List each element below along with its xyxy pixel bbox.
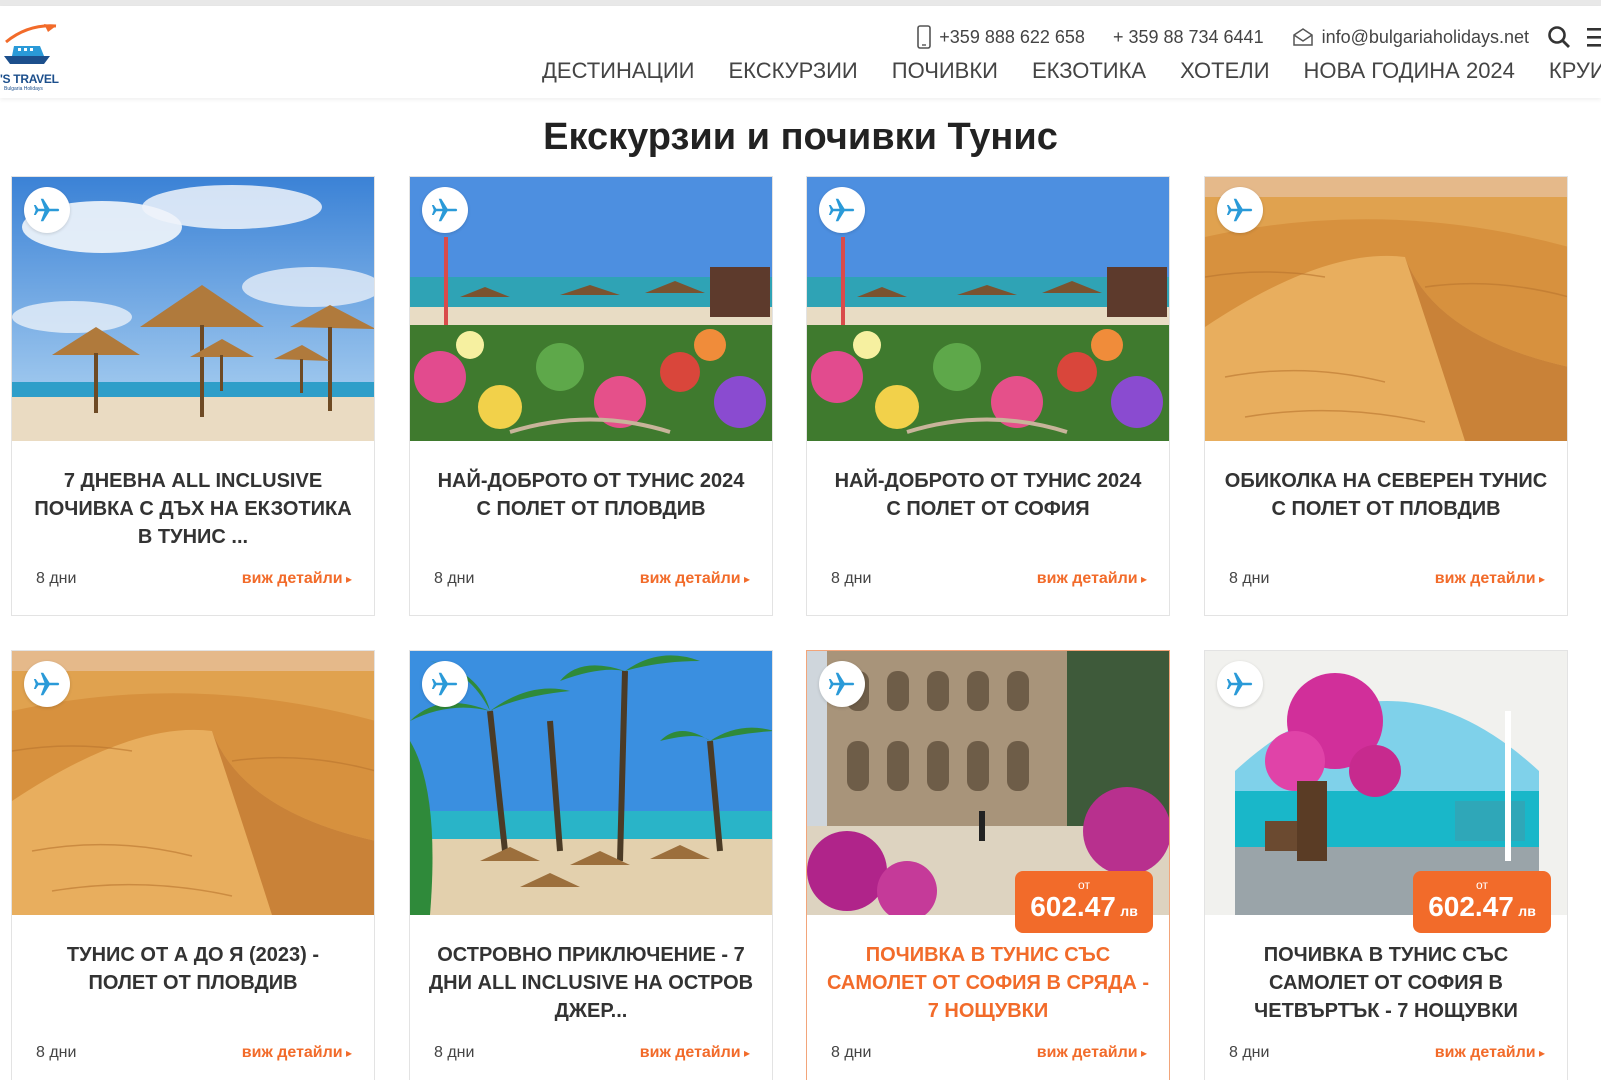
envelope-icon: [1292, 28, 1313, 46]
phone-number-2: + 359 88 734 6441: [1112, 26, 1264, 47]
tour-card[interactable]: ОБИКОЛКА НА СЕВЕРЕН ТУНИС С ПОЛЕТ ОТ ПЛО…: [1204, 176, 1568, 616]
price-value: 602.47: [1030, 891, 1116, 922]
logo-subtitle: Bulgaria Holidays: [4, 86, 43, 92]
price-currency: лв: [1518, 903, 1536, 919]
site-header: 'S TRAVEL Bulgaria Holidays +359 888 622…: [0, 6, 1601, 98]
tour-title[interactable]: ОСТРОВНО ПРИКЛЮЧЕНИЕ - 7 ДНИ ALL INCLUSI…: [428, 941, 754, 1025]
tour-card[interactable]: ОСТРОВНО ПРИКЛЮЧЕНИЕ - 7 ДНИ ALL INCLUSI…: [409, 650, 773, 1080]
menu-button[interactable]: [1585, 25, 1601, 49]
tour-card[interactable]: ТУНИС ОТ А ДО Я (2023) - ПОЛЕТ ОТ ПЛОВДИ…: [11, 650, 375, 1080]
view-details-link[interactable]: виж детайли: [1037, 570, 1147, 588]
nav-item-new-year[interactable]: НОВА ГОДИНА 2024: [1304, 58, 1515, 84]
airplane-icon: [24, 661, 70, 707]
search-icon: [1548, 26, 1570, 48]
view-details-link[interactable]: виж детайли: [242, 1044, 352, 1062]
price-currency: лв: [1120, 903, 1138, 919]
view-details-link[interactable]: виж детайли: [1435, 570, 1545, 588]
nav-item-holidays[interactable]: ПОЧИВКИ: [892, 58, 998, 84]
price-value: 602.47: [1428, 891, 1514, 922]
price-badge: от 602.47 лв: [1015, 871, 1153, 933]
email-address: info@bulgariaholidays.net: [1321, 26, 1529, 47]
tour-title[interactable]: ТУНИС ОТ А ДО Я (2023) - ПОЛЕТ ОТ ПЛОВДИ…: [30, 941, 356, 997]
airplane-icon: [24, 187, 70, 233]
email-contact[interactable]: info@bulgariaholidays.net: [1292, 27, 1529, 48]
mobile-phone-icon: [917, 25, 932, 49]
view-details-link[interactable]: виж детайли: [640, 570, 750, 588]
tour-title[interactable]: ПОЧИВКА В ТУНИС СЪС САМОЛЕТ ОТ СОФИЯ В С…: [825, 941, 1151, 1025]
nav-item-cruises[interactable]: КРУИЗ: [1549, 58, 1601, 84]
tour-duration: 8 дни: [831, 570, 872, 587]
tour-duration: 8 дни: [1229, 570, 1270, 587]
nav-item-exotic[interactable]: ЕКЗОТИКА: [1032, 58, 1146, 84]
tour-duration: 8 дни: [36, 570, 77, 587]
view-details-link[interactable]: виж детайли: [1435, 1044, 1545, 1062]
logo-ship-icon: [4, 24, 57, 64]
tour-title[interactable]: НАЙ-ДОБРОТО ОТ ТУНИС 2024 С ПОЛЕТ ОТ СОФ…: [825, 467, 1151, 523]
nav-item-destinations[interactable]: ДЕСТИНАЦИИ: [542, 58, 694, 84]
tour-duration: 8 дни: [434, 1044, 475, 1061]
tour-title[interactable]: ПОЧИВКА В ТУНИС СЪС САМОЛЕТ ОТ СОФИЯ В Ч…: [1223, 941, 1549, 1025]
hamburger-menu-icon: [1587, 28, 1601, 47]
view-details-link[interactable]: виж детайли: [242, 570, 352, 588]
airplane-icon: [819, 187, 865, 233]
tour-duration: 8 дни: [831, 1044, 872, 1061]
tour-card[interactable]: от 602.47 лв ПОЧИВКА В ТУНИС СЪС САМОЛЕТ О…: [1204, 650, 1568, 1080]
search-button[interactable]: [1547, 25, 1571, 49]
tour-title[interactable]: 7 ДНЕВНА ALL INCLUSIVE ПОЧИВКА С ДЪХ НА …: [30, 467, 356, 551]
airplane-icon: [1217, 187, 1263, 233]
phone-contact-2[interactable]: + 359 88 734 6441: [1113, 27, 1264, 48]
site-logo[interactable]: 'S TRAVEL Bulgaria Holidays: [0, 20, 60, 92]
tour-title[interactable]: ОБИКОЛКА НА СЕВЕРЕН ТУНИС С ПОЛЕТ ОТ ПЛО…: [1223, 467, 1549, 523]
phone-contact-1[interactable]: +359 888 622 658: [917, 25, 1085, 49]
logo-text: 'S TRAVEL: [0, 72, 59, 86]
page-title: Екскурзии и почивки Тунис: [543, 116, 1058, 158]
tour-card[interactable]: от 602.47 лв ПОЧИВКА В ТУНИС СЪС САМОЛЕТ О…: [806, 650, 1170, 1080]
tour-card[interactable]: НАЙ-ДОБРОТО ОТ ТУНИС 2024 С ПОЛЕТ ОТ ПЛО…: [409, 176, 773, 616]
airplane-icon: [422, 187, 468, 233]
price-from-label: от: [1078, 878, 1090, 892]
tour-duration: 8 дни: [1229, 1044, 1270, 1061]
nav-item-excursions[interactable]: ЕКСКУРЗИИ: [728, 58, 857, 84]
nav-item-hotels[interactable]: ХОТЕЛИ: [1180, 58, 1269, 84]
tour-card[interactable]: НАЙ-ДОБРОТО ОТ ТУНИС 2024 С ПОЛЕТ ОТ СОФ…: [806, 176, 1170, 616]
tour-duration: 8 дни: [36, 1044, 77, 1061]
view-details-link[interactable]: виж детайли: [1037, 1044, 1147, 1062]
phone-number-1: +359 888 622 658: [939, 26, 1085, 47]
tour-title[interactable]: НАЙ-ДОБРОТО ОТ ТУНИС 2024 С ПОЛЕТ ОТ ПЛО…: [428, 467, 754, 523]
view-details-link[interactable]: виж детайли: [640, 1044, 750, 1062]
tour-duration: 8 дни: [434, 570, 475, 587]
tour-card[interactable]: 7 ДНЕВНА ALL INCLUSIVE ПОЧИВКА С ДЪХ НА …: [11, 176, 375, 616]
price-from-label: от: [1476, 878, 1488, 892]
airplane-icon: [1217, 661, 1263, 707]
price-badge: от 602.47 лв: [1413, 871, 1551, 933]
airplane-icon: [819, 661, 865, 707]
main-nav: ДЕСТИНАЦИИ ЕКСКУРЗИИ ПОЧИВКИ ЕКЗОТИКА ХО…: [508, 58, 1601, 84]
airplane-icon: [422, 661, 468, 707]
contact-bar: +359 888 622 658 + 359 88 734 6441 info@…: [889, 24, 1601, 50]
